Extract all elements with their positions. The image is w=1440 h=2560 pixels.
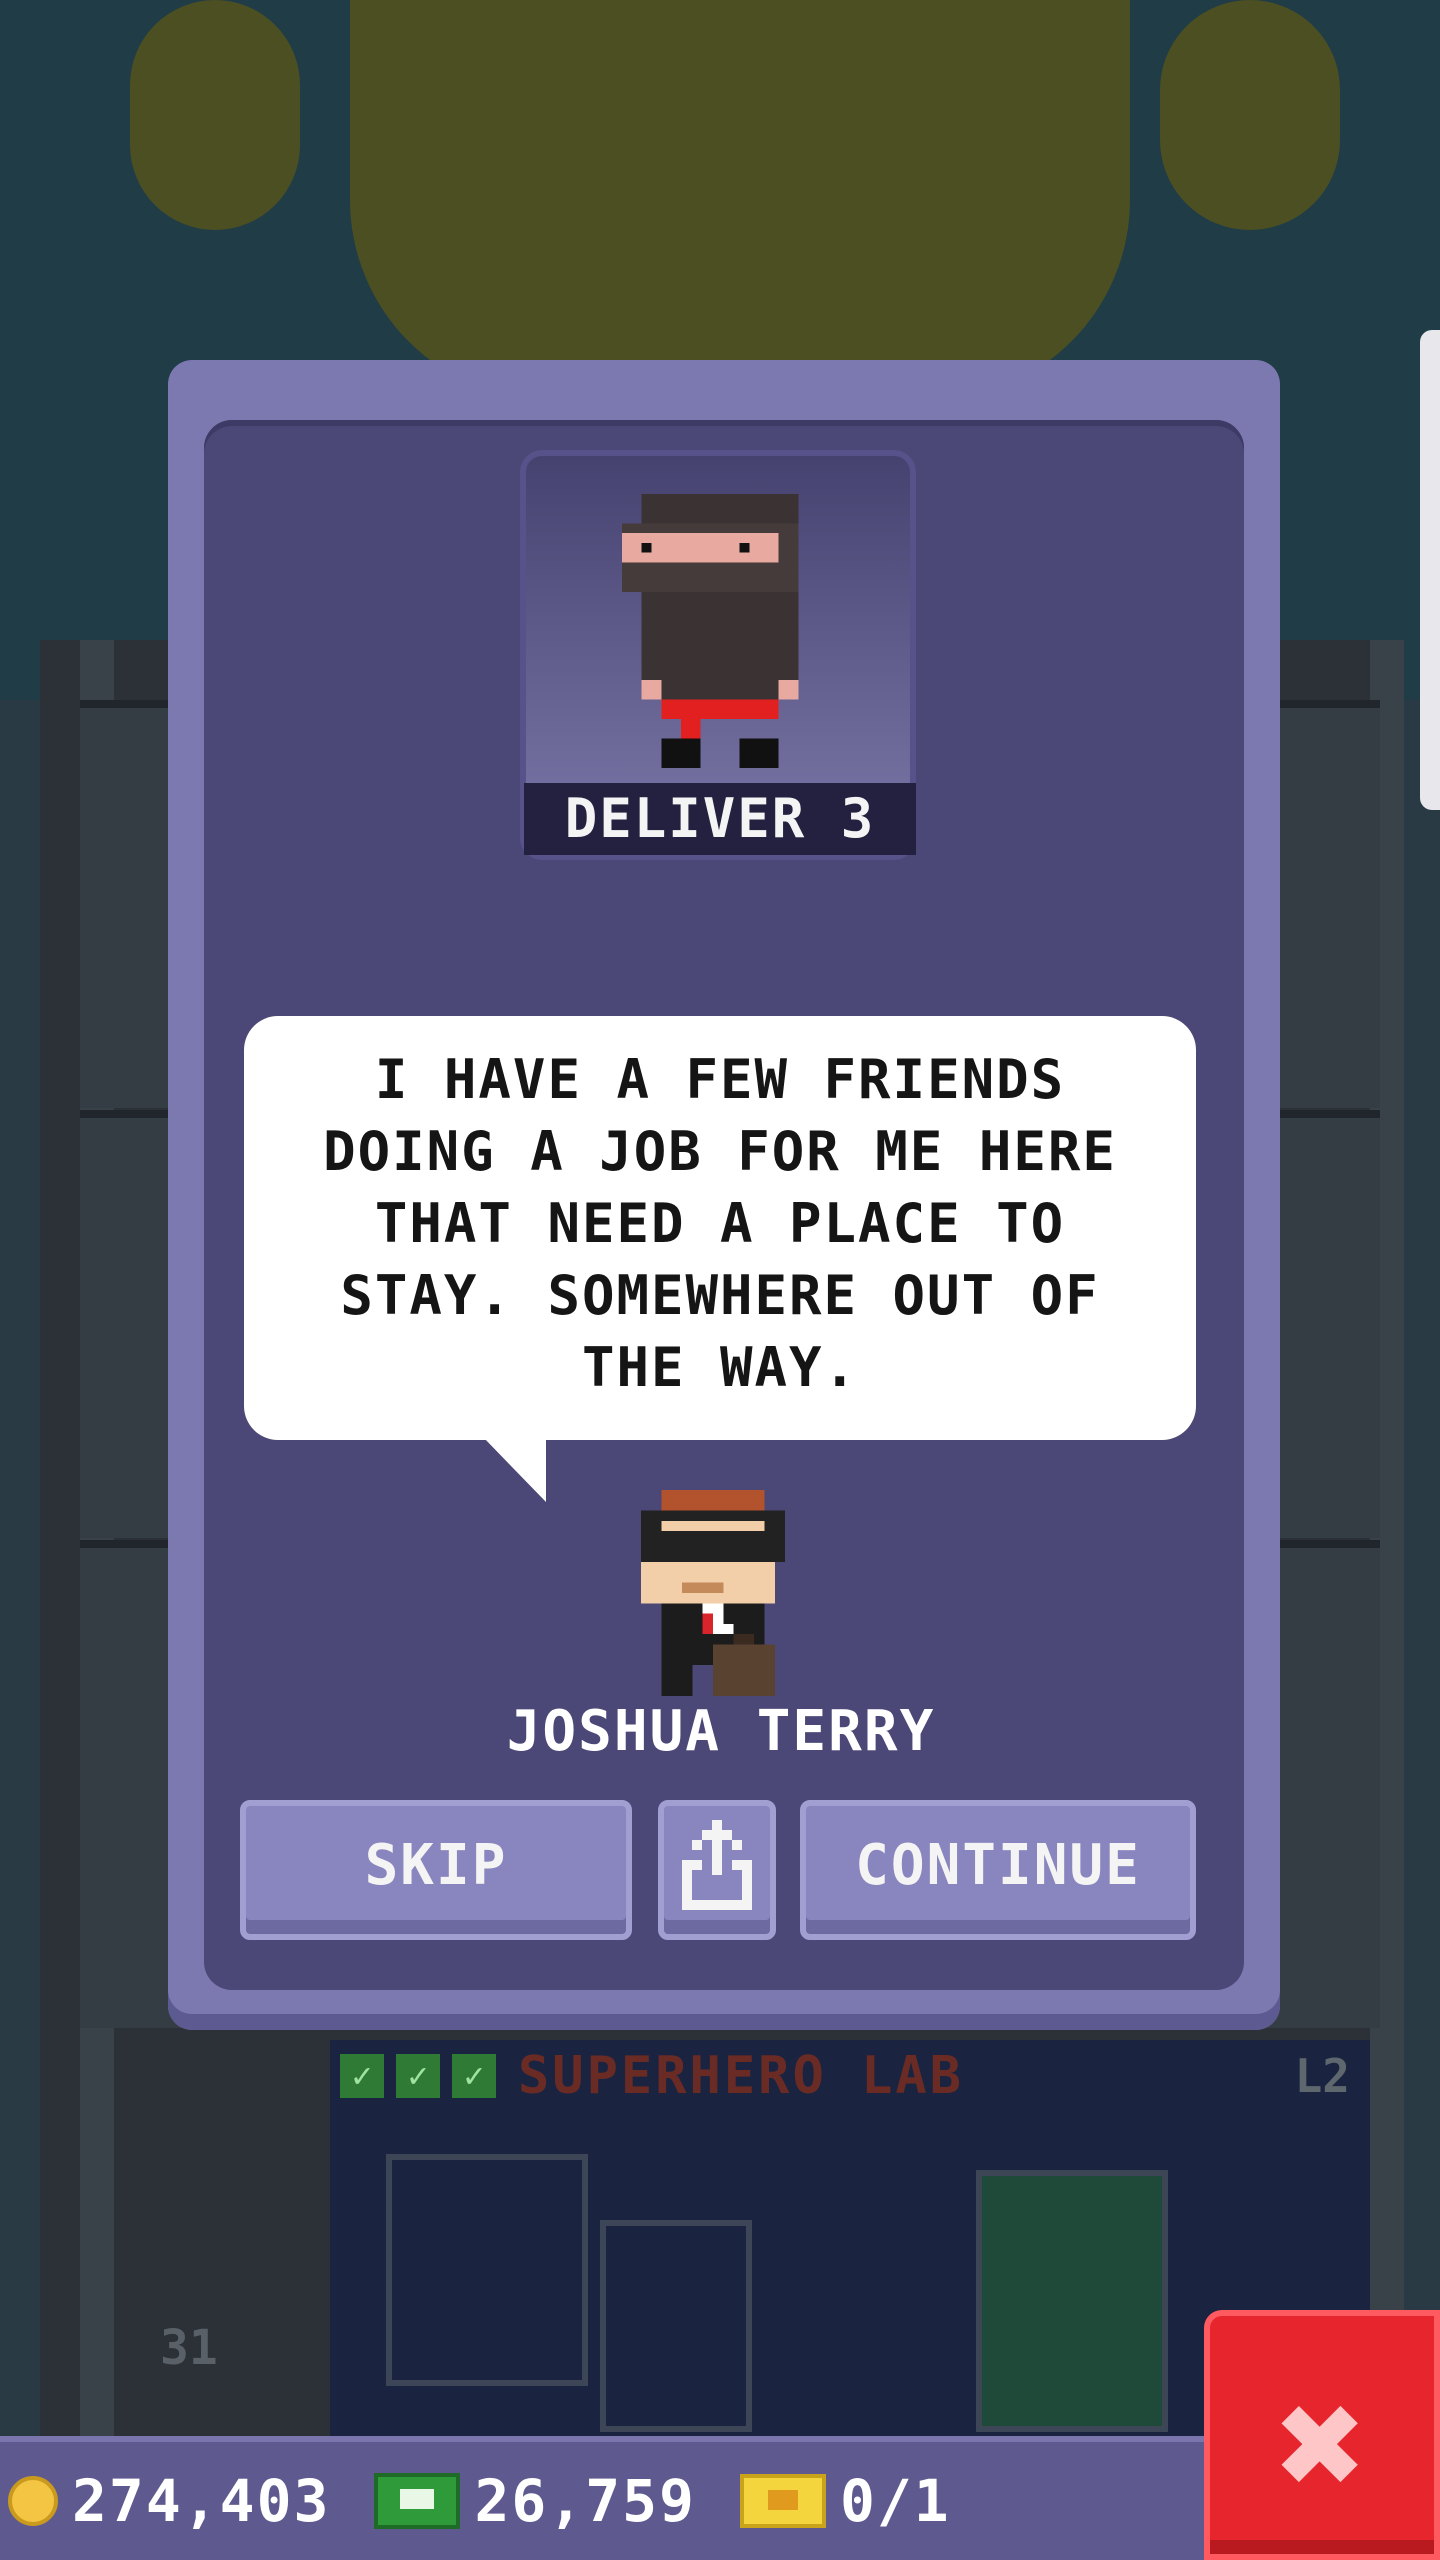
floor-label: ✓ ✓ ✓ SUPERHERO LAB L2	[340, 2044, 1370, 2108]
continue-button[interactable]: CONTINUE	[800, 1800, 1196, 1940]
floor-level: L2	[1294, 2049, 1350, 2103]
speech-bubble-tail	[482, 1436, 546, 1502]
background-prop	[1160, 0, 1340, 230]
check-icon: ✓	[396, 2054, 440, 2098]
check-icon: ✓	[340, 2054, 384, 2098]
speaker-name: JOSHUA TERRY	[506, 1699, 936, 1764]
speech-line: THE WAY.	[581, 1336, 859, 1399]
close-x-icon: ✖	[1276, 2358, 1368, 2532]
speech-line: THAT NEED A PLACE TO	[374, 1192, 1066, 1255]
check-icon: ✓	[452, 2054, 496, 2098]
lab-equipment	[976, 2170, 1168, 2432]
lab-equipment	[600, 2220, 752, 2432]
share-button[interactable]	[658, 1800, 776, 1940]
coin-count: 274,403	[72, 2467, 331, 2535]
side-panel-tab[interactable]	[1420, 330, 1440, 810]
bux-count: 26,759	[474, 2467, 696, 2535]
coin-icon	[8, 2476, 58, 2526]
background-prop	[350, 0, 1130, 400]
tower-bux-icon	[374, 2473, 461, 2529]
close-button[interactable]: ✖	[1204, 2310, 1440, 2560]
ninja-icon	[622, 494, 799, 768]
speech-line: STAY. SOMEWHERE OUT OF	[340, 1264, 1100, 1327]
speech-line: I HAVE A FEW FRIENDS	[374, 1048, 1066, 1111]
mission-objective: DELIVER 3	[524, 783, 916, 855]
speech-line: DOING A JOB FOR ME HERE	[323, 1120, 1117, 1183]
businessman-icon	[640, 1490, 786, 1696]
golden-ticket-icon	[739, 2474, 826, 2528]
ticket-count: 0/1	[839, 2467, 951, 2535]
floor-number: 31	[160, 2320, 218, 2376]
lab-equipment	[386, 2154, 588, 2386]
skip-button[interactable]: SKIP	[240, 1800, 632, 1940]
floor-name: SUPERHERO LAB	[518, 2046, 964, 2106]
speech-text: I HAVE A FEW FRIENDS DOING A JOB FOR ME …	[270, 1044, 1170, 1404]
background-prop	[130, 0, 300, 230]
share-icon	[682, 1820, 752, 1910]
